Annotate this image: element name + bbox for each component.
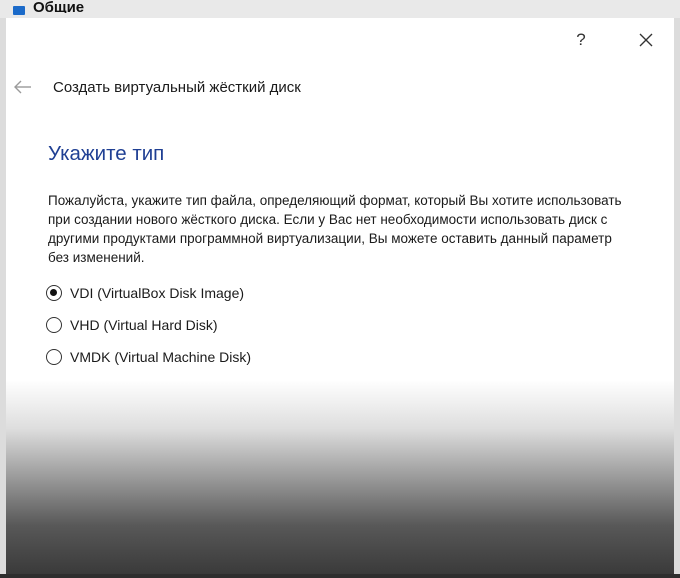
option-vdi[interactable]: VDI (VirtualBox Disk Image)	[46, 282, 346, 304]
close-button[interactable]	[633, 28, 659, 52]
window-edge-right	[674, 18, 680, 578]
page-heading: Укажите тип	[48, 142, 165, 165]
screen-shadow-overlay	[6, 380, 674, 574]
create-virtual-disk-dialog: ? Создать виртуальный жёсткий диск Укажи…	[6, 18, 674, 574]
arrow-left-icon	[14, 80, 31, 94]
parent-window-titlebar: Общие	[0, 0, 680, 18]
option-label-vdi: VDI (VirtualBox Disk Image)	[70, 285, 245, 301]
option-vhd[interactable]: VHD (Virtual Hard Disk)	[46, 314, 346, 336]
window-edge-bottom	[0, 574, 680, 578]
settings-category-icon	[13, 6, 25, 15]
option-vmdk[interactable]: VMDK (Virtual Machine Disk)	[46, 346, 346, 368]
option-label-vhd: VHD (Virtual Hard Disk)	[70, 317, 218, 333]
radio-button-vdi[interactable]	[46, 285, 62, 301]
parent-window-title: Общие	[33, 0, 85, 13]
option-label-vmdk: VMDK (Virtual Machine Disk)	[70, 349, 252, 365]
close-icon	[639, 33, 653, 47]
help-button[interactable]: ?	[569, 28, 593, 52]
radio-button-vhd[interactable]	[46, 317, 62, 333]
wizard-title: Создать виртуальный жёсткий диск	[53, 79, 301, 96]
back-button[interactable]	[12, 78, 34, 96]
description-text: Пожалуйста, укажите тип файла, определяю…	[48, 193, 622, 265]
radio-button-vmdk[interactable]	[46, 349, 62, 365]
